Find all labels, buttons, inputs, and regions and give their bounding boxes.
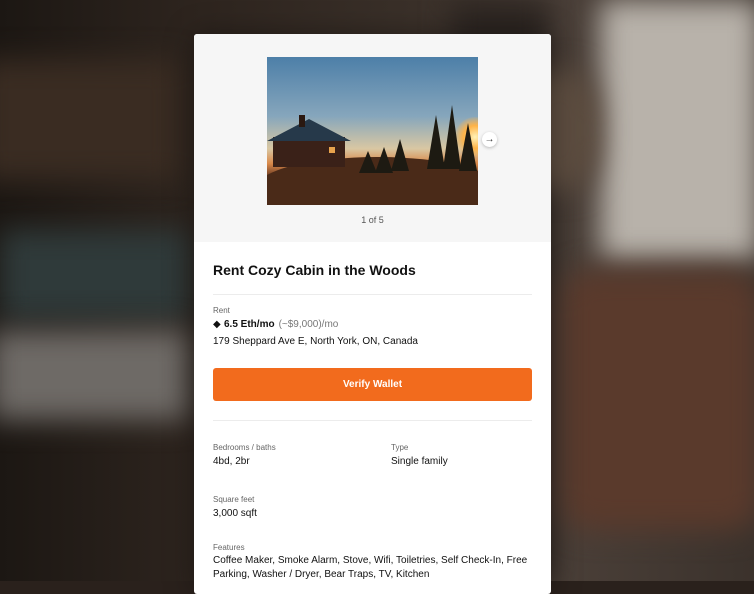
listing-card: → 1 of 5 Rent Cozy Cabin in the Woods Re… xyxy=(194,34,551,594)
ethereum-icon: ◆ xyxy=(213,319,221,330)
features-list: Coffee Maker, Smoke Alarm, Stove, Wifi, … xyxy=(213,555,528,580)
divider xyxy=(213,420,532,421)
image-counter: 1 of 5 xyxy=(361,215,384,225)
bed-bath-label: Bedrooms / baths xyxy=(213,443,276,452)
rent-label: Rent xyxy=(213,306,230,315)
features-label: Features xyxy=(213,543,245,552)
image-gallery: → 1 of 5 xyxy=(194,34,551,242)
cabin-photo[interactable] xyxy=(267,57,478,205)
arrow-right-icon[interactable]: → xyxy=(482,132,497,147)
bed-bath-value: 4bd, 2br xyxy=(213,456,250,467)
rent-row: ◆ 6.5 Eth/mo (~$9,000)/mo xyxy=(213,319,338,330)
type-value: Single family xyxy=(391,456,448,467)
divider xyxy=(213,294,532,295)
sqft-value: 3,000 sqft xyxy=(213,508,257,519)
type-label: Type xyxy=(391,443,409,452)
verify-wallet-button[interactable]: Verify Wallet xyxy=(213,368,532,401)
address: 179 Sheppard Ave E, North York, ON, Cana… xyxy=(213,336,418,347)
rent-eth: 6.5 Eth/mo xyxy=(224,319,275,330)
rent-usd: (~$9,000)/mo xyxy=(278,319,339,330)
listing-title: Rent Cozy Cabin in the Woods xyxy=(213,262,416,278)
sqft-label: Square feet xyxy=(213,495,255,504)
